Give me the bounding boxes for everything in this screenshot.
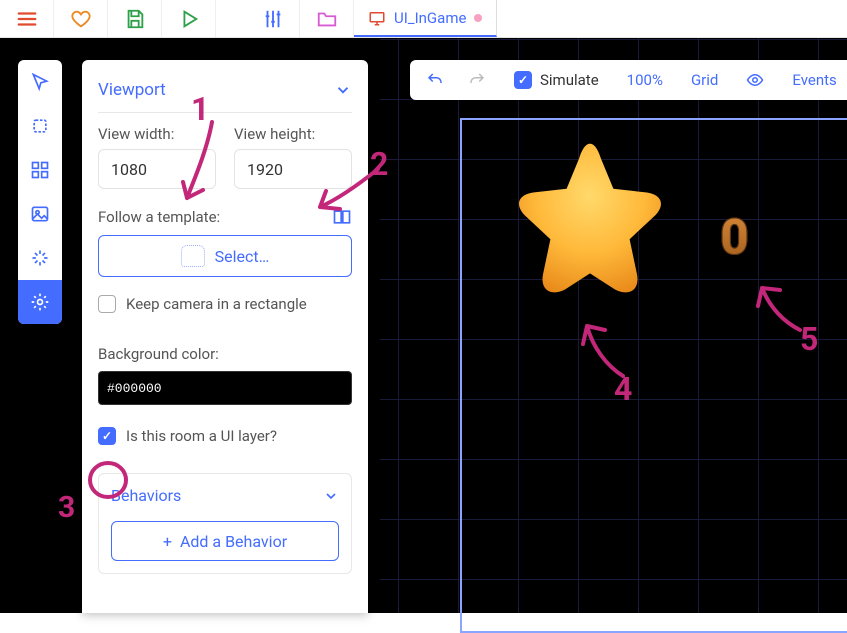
follow-template-label: Follow a template: — [98, 208, 220, 226]
light-tool[interactable] — [18, 236, 62, 280]
keep-camera-checkbox[interactable] — [98, 295, 116, 313]
is-ui-layer-label: Is this room a UI layer? — [126, 427, 277, 445]
is-ui-layer-checkbox[interactable] — [98, 427, 116, 445]
select-label: Select… — [215, 247, 270, 266]
bg-color-label: Background color: — [98, 345, 352, 363]
keep-camera-label: Keep camera in a rectangle — [126, 295, 307, 313]
toolbar-spacer — [216, 0, 246, 37]
unsaved-dot-icon — [474, 14, 482, 22]
viewport-title: Viewport — [98, 80, 166, 100]
tool-rail — [18, 60, 62, 324]
image-tool[interactable] — [18, 192, 62, 236]
view-width-input[interactable] — [98, 149, 216, 189]
canvas[interactable]: Simulate 100% Grid Events — [380, 38, 847, 613]
add-behavior-button[interactable]: + Add a Behavior — [111, 521, 339, 561]
behaviors-title: Behaviors — [111, 486, 181, 505]
book-icon[interactable] — [332, 207, 352, 227]
visibility-button[interactable] — [736, 62, 774, 98]
add-behavior-label: Add a Behavior — [180, 532, 287, 551]
play-button[interactable] — [162, 0, 216, 37]
view-height-label: View height: — [234, 125, 352, 143]
view-width-label: View width: — [98, 125, 216, 143]
tab-label: UI_InGame — [394, 9, 466, 27]
settings-tool[interactable] — [18, 280, 62, 324]
view-height-input[interactable] — [234, 149, 352, 189]
score-text-copy[interactable]: 0 — [720, 208, 749, 267]
plus-icon: + — [163, 532, 172, 551]
simulate-toggle[interactable]: Simulate — [504, 71, 609, 89]
room-icon — [368, 9, 386, 27]
chevron-down-icon — [334, 81, 352, 99]
redo-button[interactable] — [458, 62, 496, 98]
chevron-down-icon — [323, 488, 339, 504]
zoom-level[interactable]: 100% — [617, 62, 673, 98]
grid-tool[interactable] — [18, 148, 62, 192]
events-button[interactable]: Events — [782, 62, 846, 98]
canvas-toolbar: Simulate 100% Grid Events — [410, 60, 847, 100]
bg-color-input[interactable] — [98, 371, 352, 405]
app-toolbar: UI_InGame — [0, 0, 847, 38]
viewport-section-header[interactable]: Viewport — [98, 72, 352, 108]
simulate-checkbox[interactable] — [514, 71, 532, 89]
select-template-button[interactable]: Select… — [98, 235, 352, 277]
behaviors-section-header[interactable]: Behaviors — [111, 486, 339, 515]
properties-panel: Viewport View width: View height: Follow… — [82, 60, 368, 613]
menu-button[interactable] — [0, 0, 54, 37]
undo-button[interactable] — [416, 62, 454, 98]
save-button[interactable] — [108, 0, 162, 37]
sliders-button[interactable] — [246, 0, 300, 37]
tab-ui-ingame[interactable]: UI_InGame — [354, 0, 497, 37]
add-copy-tool[interactable] — [18, 104, 62, 148]
simulate-label: Simulate — [540, 71, 599, 89]
heart-button[interactable] — [54, 0, 108, 37]
star-copy[interactable] — [500, 133, 680, 313]
grid-toggle[interactable]: Grid — [681, 62, 728, 98]
folder-button[interactable] — [300, 0, 354, 37]
ghost-icon — [181, 245, 205, 267]
select-tool[interactable] — [18, 60, 62, 104]
